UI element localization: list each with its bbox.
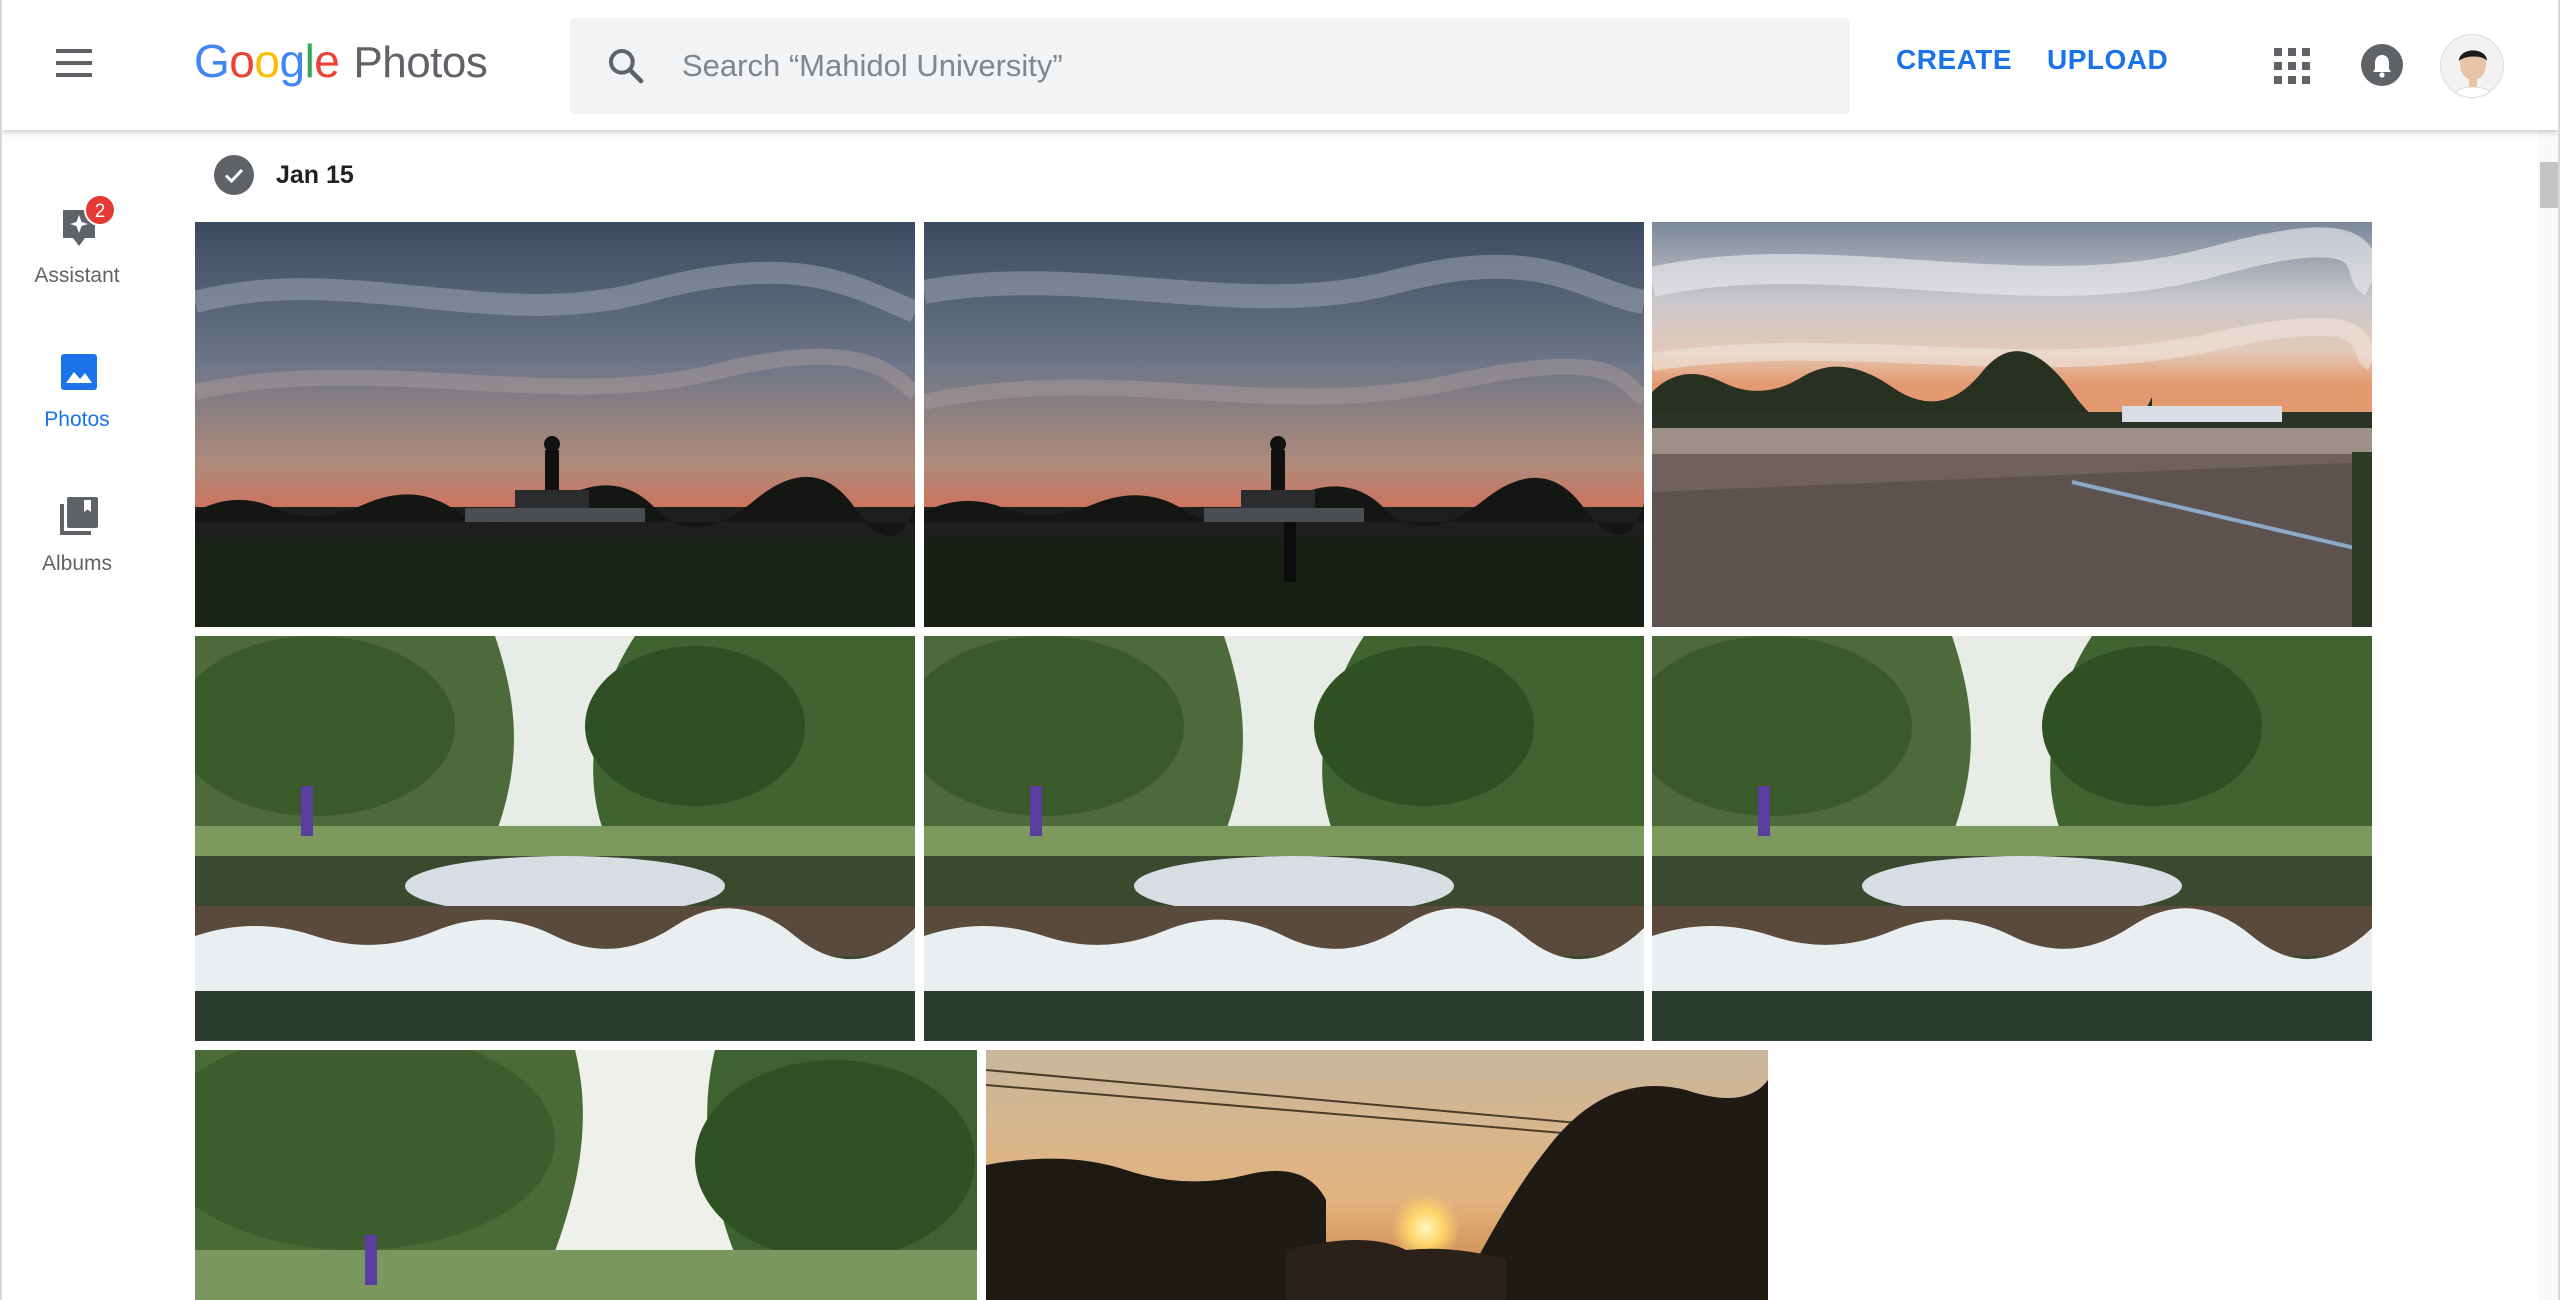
- search-bar[interactable]: [570, 18, 1850, 114]
- top-app-bar: Google Photos CREATE UPLOAD: [2, 0, 2558, 130]
- magnifier-icon[interactable]: [606, 46, 646, 86]
- create-button[interactable]: CREATE: [1896, 44, 2012, 76]
- sidebar-item-photos[interactable]: Photos: [2, 350, 152, 470]
- search-input[interactable]: [682, 18, 1822, 114]
- logo-letter-g2: g: [279, 35, 305, 87]
- photo-thumbnail[interactable]: [1652, 222, 2372, 627]
- google-photos-app: Google Photos CREATE UPLOAD: [0, 0, 2560, 1300]
- photo-thumbnail[interactable]: [924, 222, 1644, 627]
- logo-letter-g: G: [194, 35, 230, 87]
- logo-letter-o2: o: [254, 35, 280, 87]
- photo-thumbnail[interactable]: [986, 1050, 1768, 1300]
- photo-thumbnail[interactable]: [195, 1050, 977, 1300]
- image-icon: [61, 354, 97, 390]
- page-scrollbar[interactable]: [2538, 130, 2558, 1300]
- product-name: Photos: [353, 38, 488, 87]
- google-photos-logo[interactable]: Google Photos: [194, 34, 488, 94]
- bell-icon[interactable]: [2361, 44, 2403, 86]
- scrollbar-thumb[interactable]: [2540, 162, 2558, 208]
- photo-thumbnail[interactable]: [195, 222, 915, 627]
- sidebar-nav: 2 Assistant Photos Albums: [2, 130, 152, 1300]
- user-avatar[interactable]: [2440, 34, 2504, 98]
- date-group-label: Jan 15: [276, 160, 354, 189]
- photo-thumbnail[interactable]: [195, 636, 915, 1041]
- sidebar-item-label: Assistant: [34, 264, 120, 287]
- sidebar-item-assistant[interactable]: 2 Assistant: [2, 194, 152, 326]
- logo-letter-l: l: [304, 35, 315, 87]
- logo-letter-o1: o: [229, 35, 255, 87]
- albums-stack-icon: [60, 497, 98, 535]
- sidebar-item-label: Photos: [44, 408, 110, 431]
- hamburger-menu-icon[interactable]: [52, 45, 94, 85]
- photo-thumbnail[interactable]: [1652, 636, 2372, 1041]
- sidebar-item-label: Albums: [41, 552, 113, 575]
- sidebar-item-albums[interactable]: Albums: [2, 494, 152, 614]
- select-all-check-icon[interactable]: [214, 155, 254, 195]
- upload-button[interactable]: UPLOAD: [2047, 44, 2168, 76]
- logo-letter-e: e: [314, 35, 340, 87]
- assistant-count-badge: 2: [84, 194, 116, 226]
- apps-grid-icon[interactable]: [2274, 48, 2310, 84]
- date-group-header: Jan 15: [214, 155, 354, 195]
- photo-thumbnail[interactable]: [924, 636, 1644, 1041]
